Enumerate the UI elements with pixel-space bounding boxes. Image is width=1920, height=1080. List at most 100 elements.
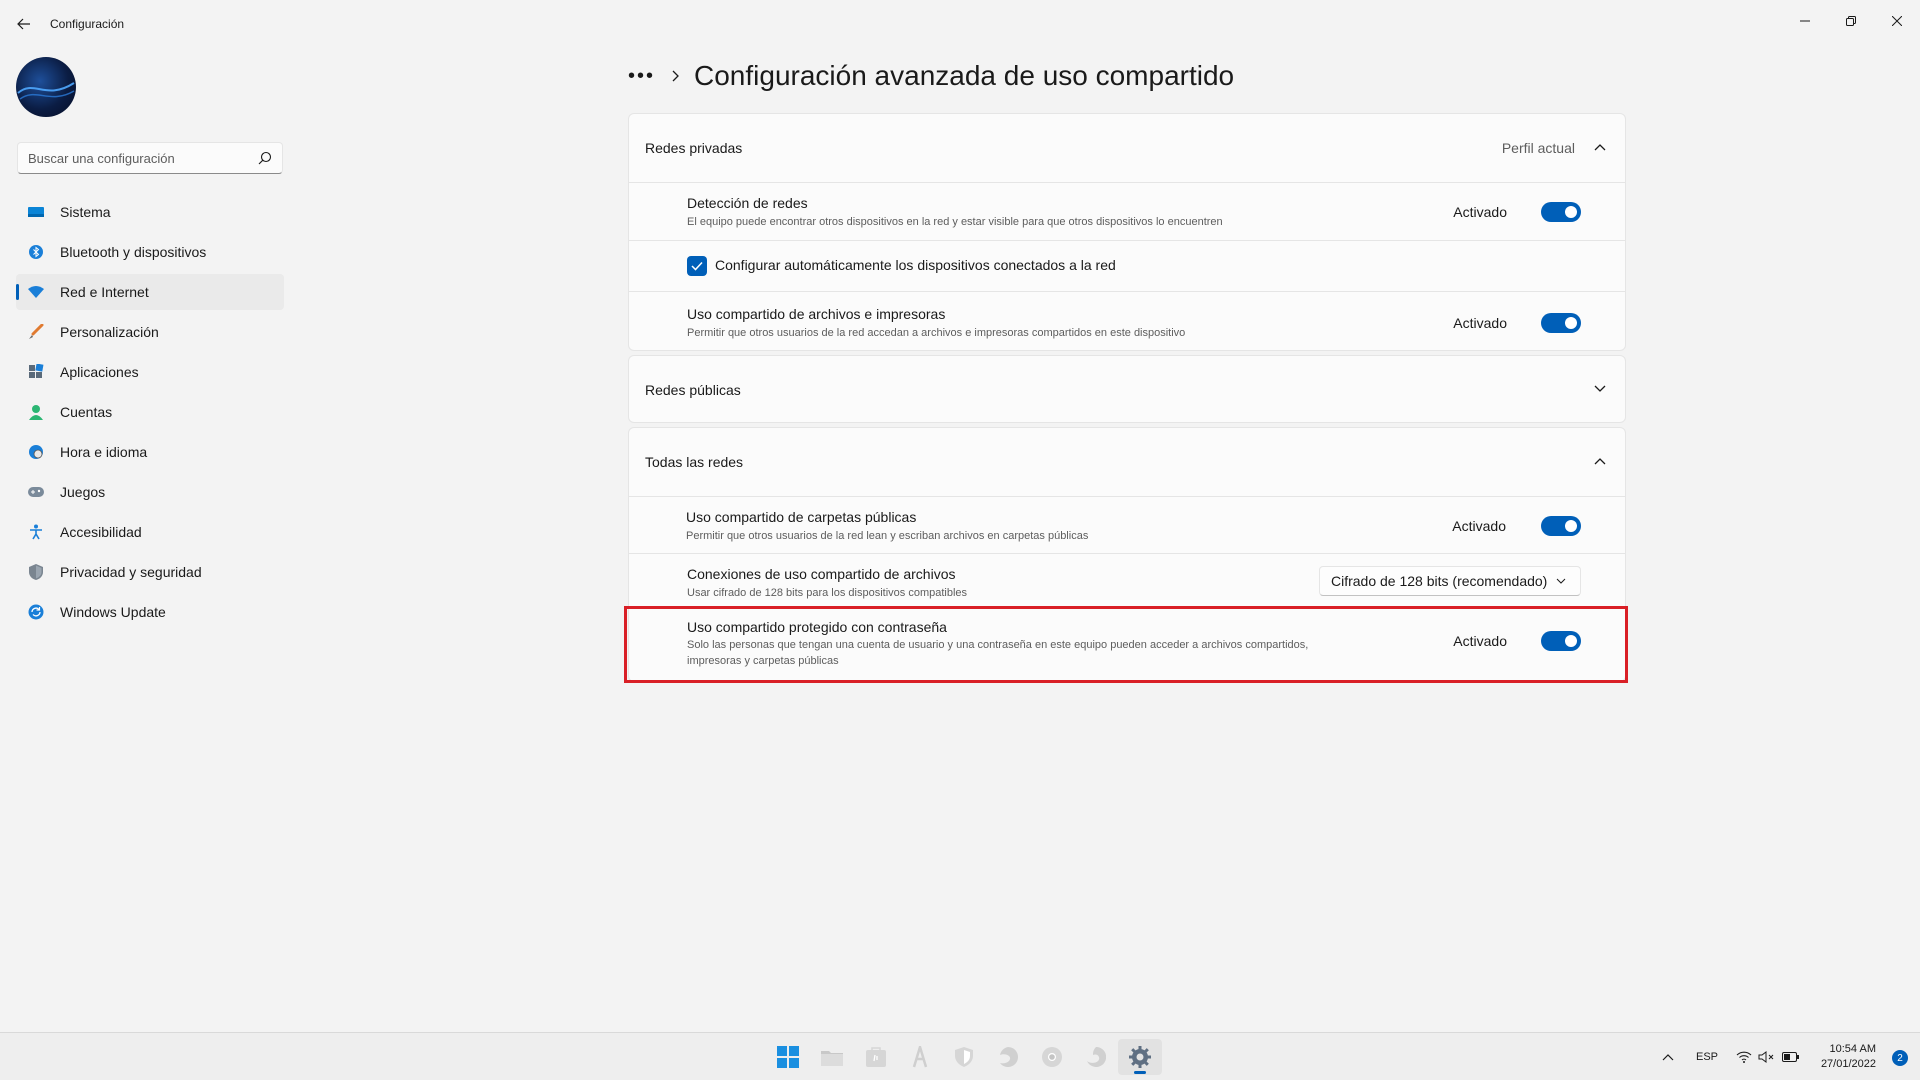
private-networks-header[interactable]: Redes privadas Perfil actual xyxy=(629,114,1625,182)
chevron-up-icon[interactable] xyxy=(1662,1053,1674,1061)
sidebar-item-accesibilidad[interactable]: Accesibilidad xyxy=(16,514,284,550)
file-printer-sharing-row: Uso compartido de archivos e impresoras … xyxy=(629,291,1625,350)
sidebar-nav: Sistema Bluetooth y dispositivos Red e I… xyxy=(16,194,284,634)
sidebar-item-aplicaciones[interactable]: Aplicaciones xyxy=(16,354,284,390)
row-description: Solo las personas que tengan una cuenta … xyxy=(687,639,1309,651)
sidebar-item-label: Cuentas xyxy=(60,404,113,420)
file-printer-sharing-toggle[interactable] xyxy=(1541,313,1581,333)
sidebar-item-label: Juegos xyxy=(60,484,106,500)
notification-badge[interactable]: 2 xyxy=(1892,1050,1908,1066)
breadcrumb-overflow-button[interactable]: ••• xyxy=(628,65,658,88)
toggle-status: Activado xyxy=(1453,315,1507,331)
clock[interactable]: 10:54 AM 27/01/2022 xyxy=(1821,1042,1876,1072)
wifi-status-icon xyxy=(1736,1051,1752,1063)
row-description: Permitir que otros usuarios de la red ac… xyxy=(687,327,1186,339)
dropdown-value: Cifrado de 128 bits (recomendado) xyxy=(1331,573,1548,589)
sidebar-item-hora-idioma[interactable]: Hora e idioma xyxy=(16,434,284,470)
restore-button[interactable] xyxy=(1828,6,1874,36)
settings-icon xyxy=(1129,1046,1151,1068)
taskbar-store[interactable] xyxy=(854,1039,898,1075)
sidebar-item-juegos[interactable]: Juegos xyxy=(16,474,284,510)
sidebar-item-label: Sistema xyxy=(60,204,111,220)
all-networks-header[interactable]: Todas las redes xyxy=(629,428,1625,496)
title-bar: Configuración xyxy=(0,0,1920,48)
auto-config-checkbox[interactable] xyxy=(687,256,707,276)
minimize-button[interactable] xyxy=(1782,6,1828,36)
toggle-status: Activado xyxy=(1453,204,1507,220)
sidebar-item-bluetooth[interactable]: Bluetooth y dispositivos xyxy=(16,234,284,270)
row-description: El equipo puede encontrar otros disposit… xyxy=(687,216,1223,228)
chevron-down-icon xyxy=(1556,578,1566,584)
volume-muted-icon xyxy=(1758,1051,1774,1063)
edge-icon xyxy=(1087,1047,1106,1067)
current-profile-label: Perfil actual xyxy=(1501,140,1575,156)
monitor-icon xyxy=(28,204,44,220)
person-icon xyxy=(28,404,44,420)
sidebar-item-sistema[interactable]: Sistema xyxy=(16,194,284,230)
row-title: Uso compartido de archivos e impresoras xyxy=(687,306,946,322)
sidebar-item-label: Bluetooth y dispositivos xyxy=(60,244,207,260)
public-folders-toggle[interactable] xyxy=(1541,516,1581,536)
battery-status[interactable] xyxy=(1782,1033,1800,1080)
sidebar-item-label: Hora e idioma xyxy=(60,444,148,460)
back-button[interactable] xyxy=(12,12,36,36)
start-icon xyxy=(777,1046,799,1068)
battery-icon xyxy=(1782,1052,1799,1062)
bluetooth-icon xyxy=(28,244,44,260)
password-protected-row: Uso compartido protegido con contraseña … xyxy=(629,607,1625,681)
sidebar-item-label: Personalización xyxy=(60,324,159,340)
sidebar-item-windows-update[interactable]: Windows Update xyxy=(16,594,284,630)
shield-icon xyxy=(28,564,44,580)
clock-date: 27/01/2022 xyxy=(1820,1058,1876,1070)
chevron-down-icon[interactable] xyxy=(1593,382,1607,396)
section-title: Todas las redes xyxy=(645,454,744,470)
system-tray xyxy=(1662,1033,1674,1080)
chevron-right-icon xyxy=(672,70,679,82)
defender-icon xyxy=(955,1047,973,1067)
search-input[interactable] xyxy=(18,143,238,173)
restore-icon xyxy=(1846,16,1856,26)
password-protected-toggle[interactable] xyxy=(1541,631,1581,651)
font-app-icon xyxy=(912,1046,928,1068)
file-connections-row: Conexiones de uso compartido de archivos… xyxy=(629,553,1625,607)
taskbar: ESP 10:54 AM 27/01/2022 2 xyxy=(0,1032,1920,1080)
close-button[interactable] xyxy=(1874,6,1920,36)
section-title: Redes privadas xyxy=(645,140,743,156)
taskbar-font-app[interactable] xyxy=(898,1039,942,1075)
volume-status[interactable] xyxy=(1758,1033,1776,1080)
back-arrow-icon xyxy=(17,18,30,30)
taskbar-apps xyxy=(766,1039,1162,1075)
sidebar-item-red-internet[interactable]: Red e Internet xyxy=(16,274,284,310)
sidebar-item-privacidad[interactable]: Privacidad y seguridad xyxy=(16,554,284,590)
section-title: Redes públicas xyxy=(645,382,741,398)
taskbar-edge[interactable] xyxy=(1074,1039,1118,1075)
auto-config-row: Configurar automáticamente los dispositi… xyxy=(629,240,1625,291)
taskbar-chrome[interactable] xyxy=(1030,1039,1074,1075)
globe-clock-icon xyxy=(28,444,44,460)
chevron-up-icon[interactable] xyxy=(1593,454,1607,468)
taskbar-defender[interactable] xyxy=(942,1039,986,1075)
sidebar-item-cuentas[interactable]: Cuentas xyxy=(16,394,284,430)
sidebar-item-label: Accesibilidad xyxy=(60,524,142,540)
avatar[interactable] xyxy=(16,57,76,117)
sidebar-item-personalizacion[interactable]: Personalización xyxy=(16,314,284,350)
public-networks-header[interactable]: Redes públicas xyxy=(629,356,1625,424)
taskbar-file-explorer[interactable] xyxy=(810,1039,854,1075)
network-discovery-toggle[interactable] xyxy=(1541,202,1581,222)
taskbar-settings[interactable] xyxy=(1118,1039,1162,1075)
search-box[interactable] xyxy=(17,142,283,174)
search-icon[interactable] xyxy=(258,151,272,165)
sidebar-item-label: Aplicaciones xyxy=(60,364,139,380)
public-folders-row: Uso compartido de carpetas públicas Perm… xyxy=(629,496,1625,553)
taskbar-edge-dev[interactable] xyxy=(986,1039,1030,1075)
minimize-icon xyxy=(1800,20,1810,22)
toggle-status: Activado xyxy=(1452,518,1506,534)
encryption-dropdown[interactable]: Cifrado de 128 bits (recomendado) xyxy=(1319,566,1581,596)
language-indicator[interactable]: ESP xyxy=(1696,1033,1718,1080)
network-status[interactable] xyxy=(1736,1033,1752,1080)
sidebar-item-label: Privacidad y seguridad xyxy=(60,564,202,580)
public-networks-card: Redes públicas xyxy=(628,355,1626,423)
chevron-up-icon[interactable] xyxy=(1593,140,1607,154)
checkbox-label[interactable]: Configurar automáticamente los dispositi… xyxy=(715,257,1116,273)
start-button[interactable] xyxy=(766,1039,810,1075)
